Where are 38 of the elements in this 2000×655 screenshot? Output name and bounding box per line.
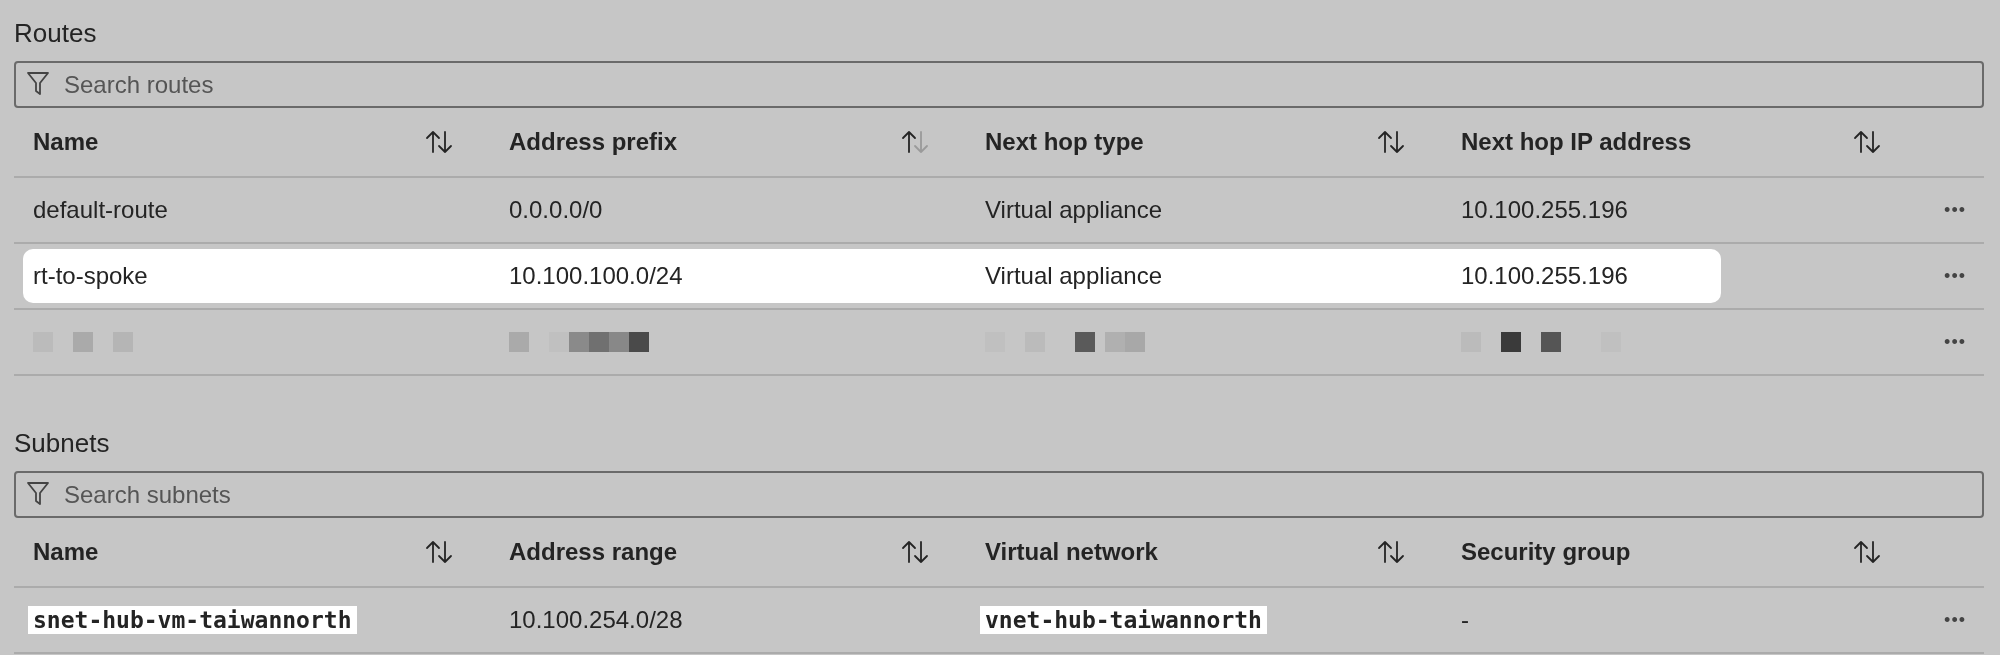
sort-icon[interactable] [1376,129,1406,155]
search-field[interactable]: Search subnets [14,471,1984,518]
column-header: Name [33,128,99,156]
section-title: Subnets [14,427,111,460]
sort-icon[interactable] [424,539,454,565]
table-cell-text: 10.100.255.196 [1460,262,1628,290]
search-field[interactable]: Search routes [14,61,1984,108]
column-header: Next hop IP address [1461,128,1692,156]
table-cell-text: Virtual appliance [984,262,1162,290]
sort-icon[interactable] [1852,129,1882,155]
sort-icon[interactable] [900,129,930,155]
table-cell-text: 10.100.254.0/28 [508,606,683,634]
table-cell-text: default-route [32,196,168,224]
table-cell-text: 0.0.0.0/0 [508,196,603,224]
sort-icon[interactable] [1852,539,1882,565]
sort-icon[interactable] [424,129,454,155]
table-cell-text: 10.100.100.0/24 [508,262,683,290]
table-cell-text: rt-to-spoke [32,262,148,290]
column-header: Next hop type [985,128,1144,156]
column-header: Address range [509,538,678,566]
column-header: Name [33,538,99,566]
more-button[interactable]: ••• [1940,265,1970,287]
more-button[interactable]: ••• [1940,199,1970,221]
table-cell-text: 10.100.255.196 [1460,196,1628,224]
section-title: Routes [14,17,98,50]
more-button[interactable]: ••• [1940,331,1970,353]
filter-icon [26,481,50,507]
code-text: snet-hub-vm-taiwannorth [28,606,357,634]
column-header: Virtual network [985,538,1158,566]
code-text: vnet-hub-taiwannorth [980,606,1267,634]
table-cell-text: Virtual appliance [984,196,1162,224]
column-header: Address prefix [509,128,678,156]
table-cell-text: - [1460,606,1469,634]
more-button[interactable]: ••• [1940,609,1970,631]
column-header: Security group [1461,538,1631,566]
sort-icon[interactable] [1376,539,1406,565]
sort-icon[interactable] [900,539,930,565]
filter-icon [26,71,50,97]
